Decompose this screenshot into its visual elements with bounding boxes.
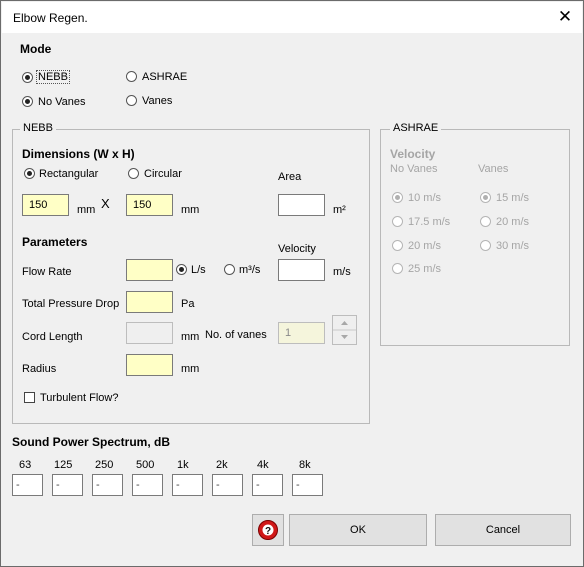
flow-rate-input[interactable] [126, 259, 173, 281]
band-value-63[interactable]: - [12, 474, 43, 496]
cord-length-unit: mm [181, 331, 200, 343]
velocity-unit: m/s [333, 266, 351, 278]
ashrae-vanes-20-radio[interactable] [480, 216, 491, 227]
band-label-8k: 8k [299, 459, 311, 471]
vanes-label[interactable]: Vanes [142, 95, 172, 107]
nebb-group-label: NEBB [20, 122, 56, 134]
height-input[interactable]: 150 [126, 194, 173, 216]
ashrae-vanes-20-label[interactable]: 20 m/s [496, 216, 529, 228]
cancel-button[interactable]: Cancel [435, 514, 571, 546]
area-input[interactable] [278, 194, 325, 216]
band-label-1k: 1k [177, 459, 189, 471]
rectangular-label[interactable]: Rectangular [39, 168, 98, 180]
flow-unit-m3s-label[interactable]: m³/s [239, 264, 260, 276]
spectrum-heading: Sound Power Spectrum, dB [12, 435, 171, 449]
no-vanes-radio[interactable] [22, 96, 33, 107]
pressure-drop-unit: Pa [181, 298, 195, 310]
vanes-count-input[interactable]: 1 [278, 322, 325, 344]
mode-ashrae-label[interactable]: ASHRAE [142, 71, 187, 83]
no-vanes-label[interactable]: No Vanes [38, 96, 86, 108]
ashrae-17-5-radio[interactable] [392, 216, 403, 227]
ashrae-vanes-heading: Vanes [478, 163, 509, 175]
rectangular-radio[interactable] [24, 168, 35, 179]
ashrae-10-radio[interactable] [392, 192, 403, 203]
turbulent-flow-checkbox[interactable] [24, 392, 35, 403]
flow-rate-label: Flow Rate [22, 266, 72, 278]
turbulent-flow-label[interactable]: Turbulent Flow? [40, 392, 118, 404]
ashrae-17-5-label[interactable]: 17.5 m/s [408, 216, 450, 228]
height-unit: mm [181, 204, 200, 216]
ok-button[interactable]: OK [289, 514, 427, 546]
ashrae-25-radio[interactable] [392, 263, 403, 274]
band-label-63: 63 [19, 459, 32, 471]
help-button[interactable]: ? [252, 514, 284, 546]
dimensions-heading: Dimensions (W x H) [22, 147, 135, 161]
window-title: Elbow Regen. [13, 11, 88, 25]
mode-ashrae-radio[interactable] [126, 71, 137, 82]
velocity-label: Velocity [278, 243, 316, 255]
band-value-2k[interactable]: - [212, 474, 243, 496]
band-label-500: 500 [136, 459, 155, 471]
radius-label: Radius [22, 363, 57, 375]
ashrae-no-vanes-heading: No Vanes [390, 163, 438, 175]
parameters-heading: Parameters [22, 235, 88, 249]
vanes-radio[interactable] [126, 95, 137, 106]
band-value-125[interactable]: - [52, 474, 83, 496]
svg-text:?: ? [265, 526, 271, 537]
mode-heading: Mode [20, 42, 52, 56]
width-input[interactable]: 150 [22, 194, 69, 216]
width-unit: mm [77, 204, 96, 216]
radius-input[interactable] [126, 354, 173, 376]
mode-nebb-radio[interactable] [22, 72, 33, 83]
band-label-4k: 4k [257, 459, 269, 471]
title-bar [2, 2, 582, 33]
circular-label[interactable]: Circular [144, 168, 182, 180]
ashrae-20-label[interactable]: 20 m/s [408, 240, 441, 252]
times-sign: X [101, 196, 110, 211]
ashrae-velocity-heading: Velocity [390, 147, 436, 161]
band-value-500[interactable]: - [132, 474, 163, 496]
radius-unit: mm [181, 363, 200, 375]
band-value-1k[interactable]: - [172, 474, 203, 496]
flow-unit-m3s-radio[interactable] [224, 264, 235, 275]
flow-unit-ls-label[interactable]: L/s [191, 264, 206, 276]
ashrae-10-label[interactable]: 10 m/s [408, 192, 441, 204]
ashrae-vanes-15-radio[interactable] [480, 192, 491, 203]
band-value-8k[interactable]: - [292, 474, 323, 496]
spin-arrows-icon [333, 321, 356, 339]
mode-nebb-label[interactable]: NEBB [36, 70, 70, 84]
ashrae-vanes-30-radio[interactable] [480, 240, 491, 251]
area-unit: m² [333, 204, 346, 216]
ashrae-group-label: ASHRAE [390, 122, 442, 134]
ashrae-group [380, 129, 570, 346]
ashrae-20-radio[interactable] [392, 240, 403, 251]
band-value-4k[interactable]: - [252, 474, 283, 496]
close-icon[interactable]: ✕ [554, 6, 576, 28]
band-label-2k: 2k [216, 459, 228, 471]
circular-radio[interactable] [128, 168, 139, 179]
elbow-regen-dialog: Elbow Regen. ✕ Mode NEBB ASHRAE No Vanes… [0, 0, 584, 567]
band-label-125: 125 [54, 459, 73, 471]
help-icon: ? [258, 520, 278, 540]
pressure-drop-label: Total Pressure Drop [22, 298, 120, 310]
cord-length-label: Cord Length [22, 331, 83, 343]
flow-unit-ls-radio[interactable] [176, 264, 187, 275]
band-label-250: 250 [95, 459, 114, 471]
ashrae-25-label[interactable]: 25 m/s [408, 263, 441, 275]
cord-length-input[interactable] [126, 322, 173, 344]
vanes-count-label: No. of vanes [205, 329, 267, 341]
ashrae-vanes-15-label[interactable]: 15 m/s [496, 192, 529, 204]
pressure-drop-input[interactable] [126, 291, 173, 313]
vanes-spinner[interactable] [332, 315, 357, 345]
band-value-250[interactable]: - [92, 474, 123, 496]
ashrae-vanes-30-label[interactable]: 30 m/s [496, 240, 529, 252]
area-label: Area [278, 171, 302, 183]
velocity-input[interactable] [278, 259, 325, 281]
